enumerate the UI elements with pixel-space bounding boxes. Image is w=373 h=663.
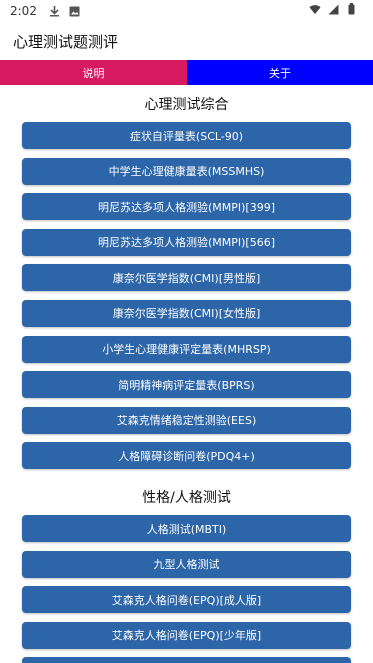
section-title-personality: 性格/人格测试 [142,490,231,506]
test-list-comprehensive: 症状自评量表(SCL-90) 中学生心理健康量表(MSSMHS) 明尼苏达多项人… [22,122,351,478]
test-button-epq-youth[interactable]: 艾森克人格问卷(EPQ)[少年版] [22,621,351,649]
app-bar: 心理测试题测评 [0,22,373,60]
battery-icon [345,3,357,15]
wifi-icon [309,3,321,15]
test-button-mhrsp[interactable]: 小学生心理健康评定量表(MHRSP) [22,335,351,363]
tab-intro[interactable]: 说明 [0,60,187,85]
app-title: 心理测试题测评 [13,32,119,51]
test-button-pdq4[interactable]: 人格障碍诊断问卷(PDQ4+) [22,442,351,470]
section-title-comprehensive: 心理测试综合 [144,97,229,113]
test-list-personality: 人格测试(MBTI) 九型人格测试 艾森克人格问卷(EPQ)[成人版] 艾森克人… [22,515,351,663]
test-button-cmi-male[interactable]: 康奈尔医学指数(CMI)[男性版] [22,264,351,292]
tab-about[interactable]: 关于 [187,60,373,85]
test-button-epq-adult[interactable]: 艾森克人格问卷(EPQ)[成人版] [22,586,351,614]
test-button-bprs[interactable]: 简明精神病评定量表(BPRS) [22,371,351,399]
status-time: 2:02 [10,4,37,18]
signal-icon [327,3,339,15]
image-icon [69,5,81,17]
test-button-cmi-female[interactable]: 康奈尔医学指数(CMI)[女性版] [22,299,351,327]
test-button-mmpi-399[interactable]: 明尼苏达多项人格测验(MMPI)[399] [22,193,351,221]
test-button-mssmhs[interactable]: 中学生心理健康量表(MSSMHS) [22,157,351,185]
test-button-mmpi-566[interactable]: 明尼苏达多项人格测验(MMPI)[566] [22,228,351,256]
test-button-mbti[interactable]: 人格测试(MBTI) [22,515,351,542]
test-button-scl90[interactable]: 症状自评量表(SCL-90) [22,122,351,149]
test-button-partial[interactable] [22,657,351,663]
status-right-icons [309,3,363,15]
tab-bar: 说明 关于 [0,60,373,85]
test-button-enneagram[interactable]: 九型人格测试 [22,550,351,578]
download-icon [49,5,61,17]
test-button-ees[interactable]: 艾森克情绪稳定性测验(EES) [22,406,351,434]
status-bar: 2:02 [0,0,373,22]
